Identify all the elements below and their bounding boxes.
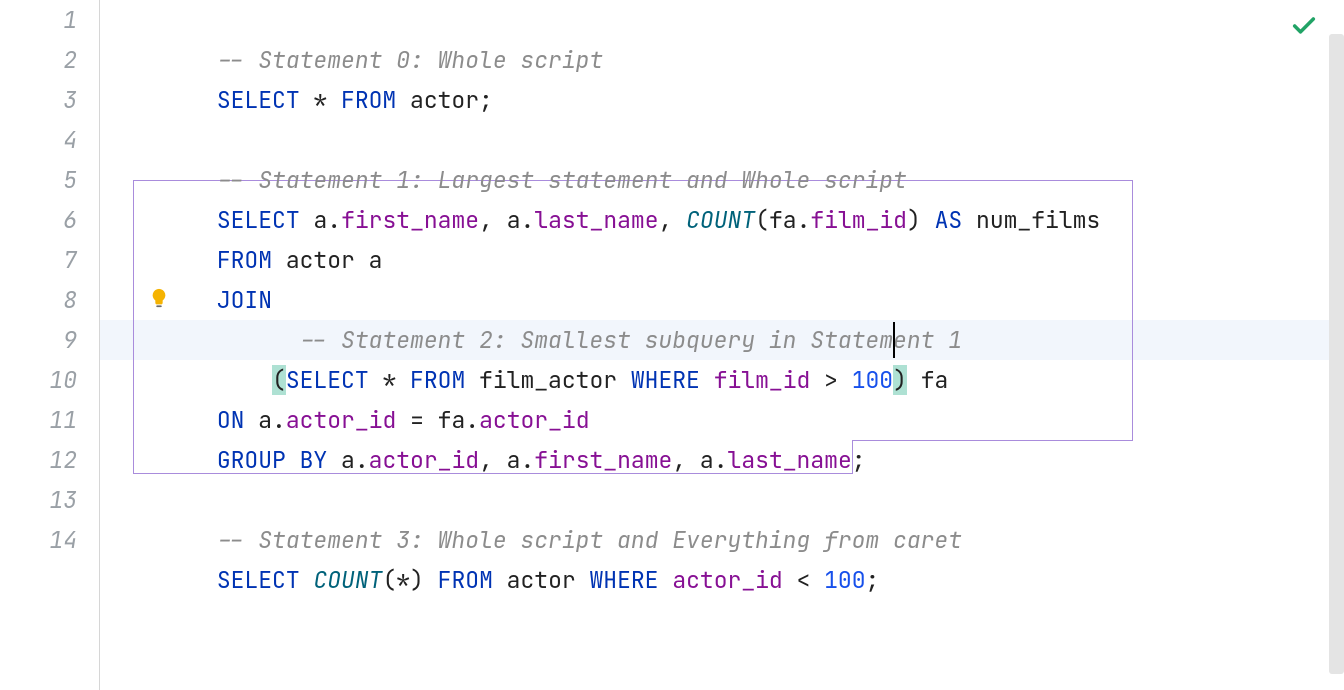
comment-text: -- Statement 0: Whole script [217, 45, 603, 75]
keyword-from: FROM [217, 245, 272, 275]
keyword-on: ON [217, 405, 245, 435]
code-line[interactable]: -- Statement 0: Whole script [100, 0, 1344, 40]
code-line[interactable]: -- Statement 3: Whole script and Everyth… [100, 480, 1344, 520]
gutter-line-number: 7 [0, 240, 77, 280]
code-line[interactable]: -- Statement 1: Largest statement and Wh… [100, 120, 1344, 160]
column-last-name: last_name [728, 445, 852, 475]
gutter-line-number: 4 [0, 120, 77, 160]
keyword-from: FROM [438, 565, 493, 595]
column-last-name: last_name [534, 205, 658, 235]
keyword-select: SELECT [217, 565, 300, 595]
keyword-where: WHERE [631, 365, 700, 395]
code-editor[interactable]: 1 2 3 4 5 6 7 8 9 10 11 12 13 14 -- Stat… [0, 0, 1344, 690]
keyword-join: JOIN [217, 285, 272, 315]
gutter-line-number: 13 [0, 480, 77, 520]
column-first-name: first_name [534, 445, 672, 475]
comment-text: -- Statement 1: Largest statement and Wh… [217, 165, 907, 195]
column-first-name: first_name [341, 205, 479, 235]
gutter-line-number: 3 [0, 80, 77, 120]
function-count: COUNT [686, 205, 755, 235]
vertical-scrollbar[interactable] [1329, 34, 1344, 674]
keyword-select: SELECT [217, 205, 300, 235]
gutter-line-number: 10 [0, 360, 77, 400]
gutter: 1 2 3 4 5 6 7 8 9 10 11 12 13 14 [0, 0, 100, 690]
keyword-where: WHERE [589, 565, 658, 595]
gutter-line-number: 2 [0, 40, 77, 80]
gutter-line-number: 11 [0, 400, 77, 440]
keyword-as: AS [935, 205, 963, 235]
column-film-id: film_id [810, 205, 907, 235]
keyword-group-by: GROUP BY [217, 445, 327, 475]
gutter-line-number: 5 [0, 160, 77, 200]
keyword-from: FROM [410, 365, 465, 395]
gutter-line-number: 8 [0, 280, 77, 320]
function-count: COUNT [313, 565, 382, 595]
number-literal: 100 [852, 365, 893, 395]
gutter-line-number: 9 [0, 320, 77, 360]
keyword-from: FROM [341, 85, 396, 115]
column-actor-id: actor_id [479, 405, 589, 435]
number-literal: 100 [824, 565, 865, 595]
gutter-line-number: 12 [0, 440, 77, 480]
bracket-open: ( [272, 365, 286, 395]
column-actor-id: actor_id [286, 405, 396, 435]
gutter-line-number: 1 [0, 0, 77, 40]
comment-text: -- Statement 3: Whole script and Everyth… [217, 525, 962, 555]
text-caret [893, 322, 895, 358]
column-actor-id: actor_id [672, 565, 782, 595]
keyword-select: SELECT [217, 85, 300, 115]
gutter-line-number: 6 [0, 200, 77, 240]
checkmark-icon[interactable] [1290, 12, 1318, 40]
code-area[interactable]: -- Statement 0: Whole script SELECT * FR… [100, 0, 1344, 690]
lightbulb-icon[interactable] [148, 286, 170, 308]
comment-text: -- Statement 2: Smallest subquery in Sta… [300, 325, 962, 355]
code-line[interactable]: -- Statement 2: Smallest subquery in Sta… [100, 280, 1344, 320]
keyword-select: SELECT [286, 365, 369, 395]
column-film-id: film_id [714, 365, 811, 395]
scrollbar-thumb[interactable] [1329, 34, 1344, 674]
gutter-line-number: 14 [0, 520, 77, 560]
bracket-close: ) [893, 365, 907, 395]
column-actor-id: actor_id [369, 445, 479, 475]
